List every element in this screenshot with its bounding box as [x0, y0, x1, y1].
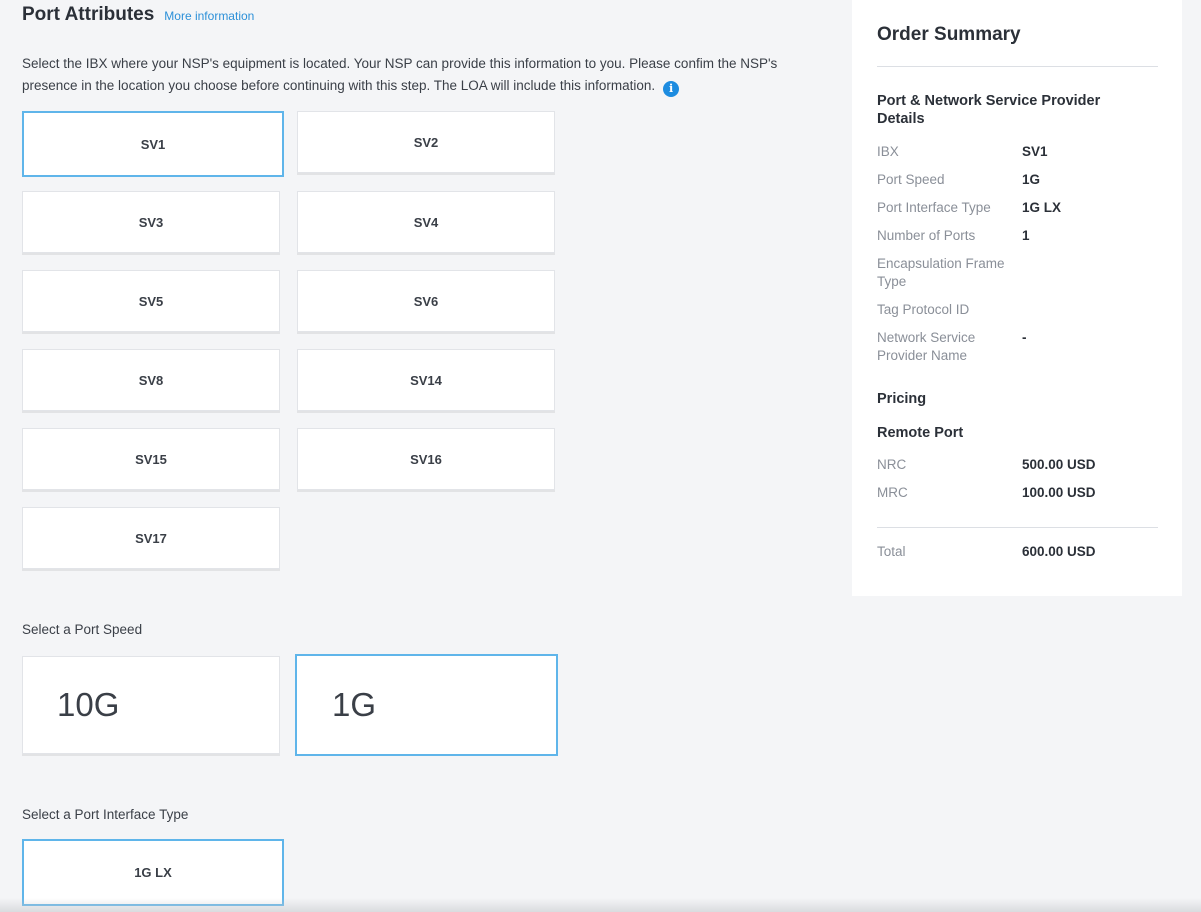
pricing-heading: Pricing	[877, 391, 927, 407]
ibx-option-sv16[interactable]: SV16	[297, 428, 555, 490]
detail-value: 1G	[1022, 172, 1041, 187]
detail-key: Port Speed	[877, 172, 945, 187]
detail-key: IBX	[877, 144, 899, 159]
detail-key: Network Service Provider Name	[877, 330, 976, 363]
detail-value: -	[1022, 330, 1027, 345]
ibx-option-sv15[interactable]: SV15	[22, 428, 280, 490]
total-key: Total	[877, 544, 906, 559]
remote-port-heading: Remote Port	[877, 425, 964, 441]
pricing-value: 100.00 USD	[1022, 485, 1096, 500]
total-value: 600.00 USD	[1022, 544, 1096, 559]
detail-value: 1G LX	[1022, 200, 1062, 215]
detail-key: Tag Protocol ID	[877, 302, 970, 317]
ibx-option-sv3[interactable]: SV3	[22, 191, 280, 253]
detail-value: SV1	[1022, 144, 1048, 159]
ibx-option-sv4[interactable]: SV4	[297, 191, 555, 253]
port-speed-option-1g[interactable]: 1G	[295, 654, 558, 756]
ibx-description: Select the IBX where your NSP's equipmen…	[22, 53, 812, 97]
detail-key: Number of Ports	[877, 228, 976, 243]
ibx-option-sv6[interactable]: SV6	[297, 270, 555, 332]
details-heading: Port & Network Service Provider Details	[877, 93, 1101, 127]
pricing-key: MRC	[877, 485, 908, 500]
order-summary-panel: Order Summary Port & Network Service Pro…	[852, 0, 1182, 596]
pricing-key: NRC	[877, 457, 907, 472]
detail-key: Encapsulation Frame Type	[877, 256, 1005, 289]
bottom-shadow	[0, 898, 1201, 912]
interface-type-option-1g-lx[interactable]: 1G LX	[22, 839, 284, 906]
port-speed-label: Select a Port Speed	[22, 622, 143, 637]
detail-value: 1	[1022, 228, 1030, 243]
detail-key: Port Interface Type	[877, 200, 991, 215]
page-title: Port Attributes	[22, 4, 155, 25]
pricing-value: 500.00 USD	[1022, 457, 1096, 472]
ibx-option-sv17[interactable]: SV17	[22, 507, 280, 569]
ibx-option-sv1[interactable]: SV1	[22, 111, 284, 177]
port-speed-option-10g[interactable]: 10G	[22, 656, 280, 754]
ibx-option-sv8[interactable]: SV8	[22, 349, 280, 411]
summary-divider	[877, 66, 1158, 67]
more-information-link[interactable]: More information	[164, 9, 254, 23]
title-row: Port Attributes More information	[22, 4, 254, 26]
info-icon[interactable]: i	[663, 81, 680, 97]
ibx-option-sv2[interactable]: SV2	[297, 111, 555, 173]
total-divider	[877, 527, 1158, 528]
interface-type-label: Select a Port Interface Type	[22, 807, 189, 822]
ibx-option-sv14[interactable]: SV14	[297, 349, 555, 411]
order-summary-title: Order Summary	[877, 24, 1021, 45]
ibx-option-sv5[interactable]: SV5	[22, 270, 280, 332]
